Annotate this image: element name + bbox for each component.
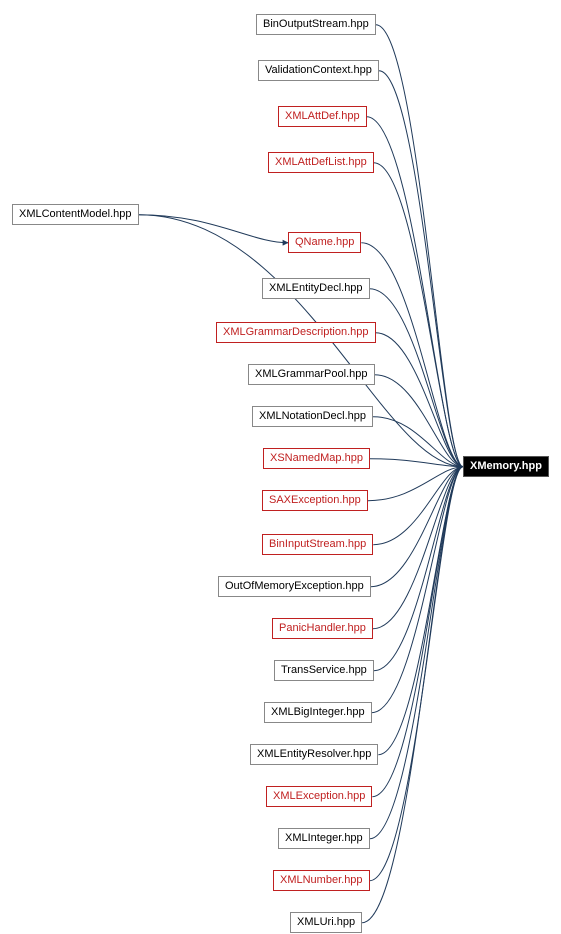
source-node-7[interactable]: XMLGrammarPool.hpp (248, 364, 375, 385)
source-node-5[interactable]: XMLEntityDecl.hpp (262, 278, 370, 299)
edge-6 (361, 243, 463, 467)
edge-18 (378, 467, 463, 755)
source-node-16[interactable]: XMLEntityResolver.hpp (250, 744, 378, 765)
source-node-15[interactable]: XMLBigInteger.hpp (264, 702, 372, 723)
source-node-17[interactable]: XMLException.hpp (266, 786, 372, 807)
source-node-13[interactable]: PanicHandler.hpp (272, 618, 373, 639)
edge-16 (374, 467, 463, 671)
source-node-1[interactable]: ValidationContext.hpp (258, 60, 379, 81)
source-node-14[interactable]: TransService.hpp (274, 660, 374, 681)
edge-15 (373, 467, 463, 629)
edge-1 (379, 71, 463, 467)
edge-21 (370, 467, 463, 881)
source-node-19[interactable]: XMLNumber.hpp (273, 870, 370, 891)
edge-11 (370, 459, 463, 467)
source-node-20[interactable]: XMLUri.hpp (290, 912, 362, 933)
edge-8 (376, 333, 464, 467)
source-node-xmlcontentmodel[interactable]: XMLContentModel.hpp (12, 204, 139, 225)
source-node-8[interactable]: XMLNotationDecl.hpp (252, 406, 373, 427)
source-node-10[interactable]: SAXException.hpp (262, 490, 368, 511)
edge-5 (139, 215, 288, 243)
edge-17 (372, 467, 463, 713)
edge-19 (372, 467, 463, 797)
edge-20 (370, 467, 463, 839)
edge-9 (375, 375, 464, 467)
source-node-9[interactable]: XSNamedMap.hpp (263, 448, 370, 469)
source-node-0[interactable]: BinOutputStream.hpp (256, 14, 376, 35)
edge-13 (373, 467, 463, 545)
edge-12 (368, 467, 463, 501)
edge-7 (370, 289, 463, 467)
source-node-6[interactable]: XMLGrammarDescription.hpp (216, 322, 376, 343)
source-node-2[interactable]: XMLAttDef.hpp (278, 106, 367, 127)
source-node-18[interactable]: XMLInteger.hpp (278, 828, 370, 849)
source-node-12[interactable]: OutOfMemoryException.hpp (218, 576, 371, 597)
source-node-3[interactable]: XMLAttDefList.hpp (268, 152, 374, 173)
target-node[interactable]: XMemory.hpp (463, 456, 549, 477)
edge-14 (371, 467, 463, 587)
edge-0 (376, 25, 463, 467)
edge-2 (367, 117, 463, 467)
edge-3 (374, 163, 463, 467)
edge-10 (373, 417, 463, 467)
source-node-11[interactable]: BinInputStream.hpp (262, 534, 373, 555)
source-node-4[interactable]: QName.hpp (288, 232, 361, 253)
edge-22 (362, 467, 463, 923)
